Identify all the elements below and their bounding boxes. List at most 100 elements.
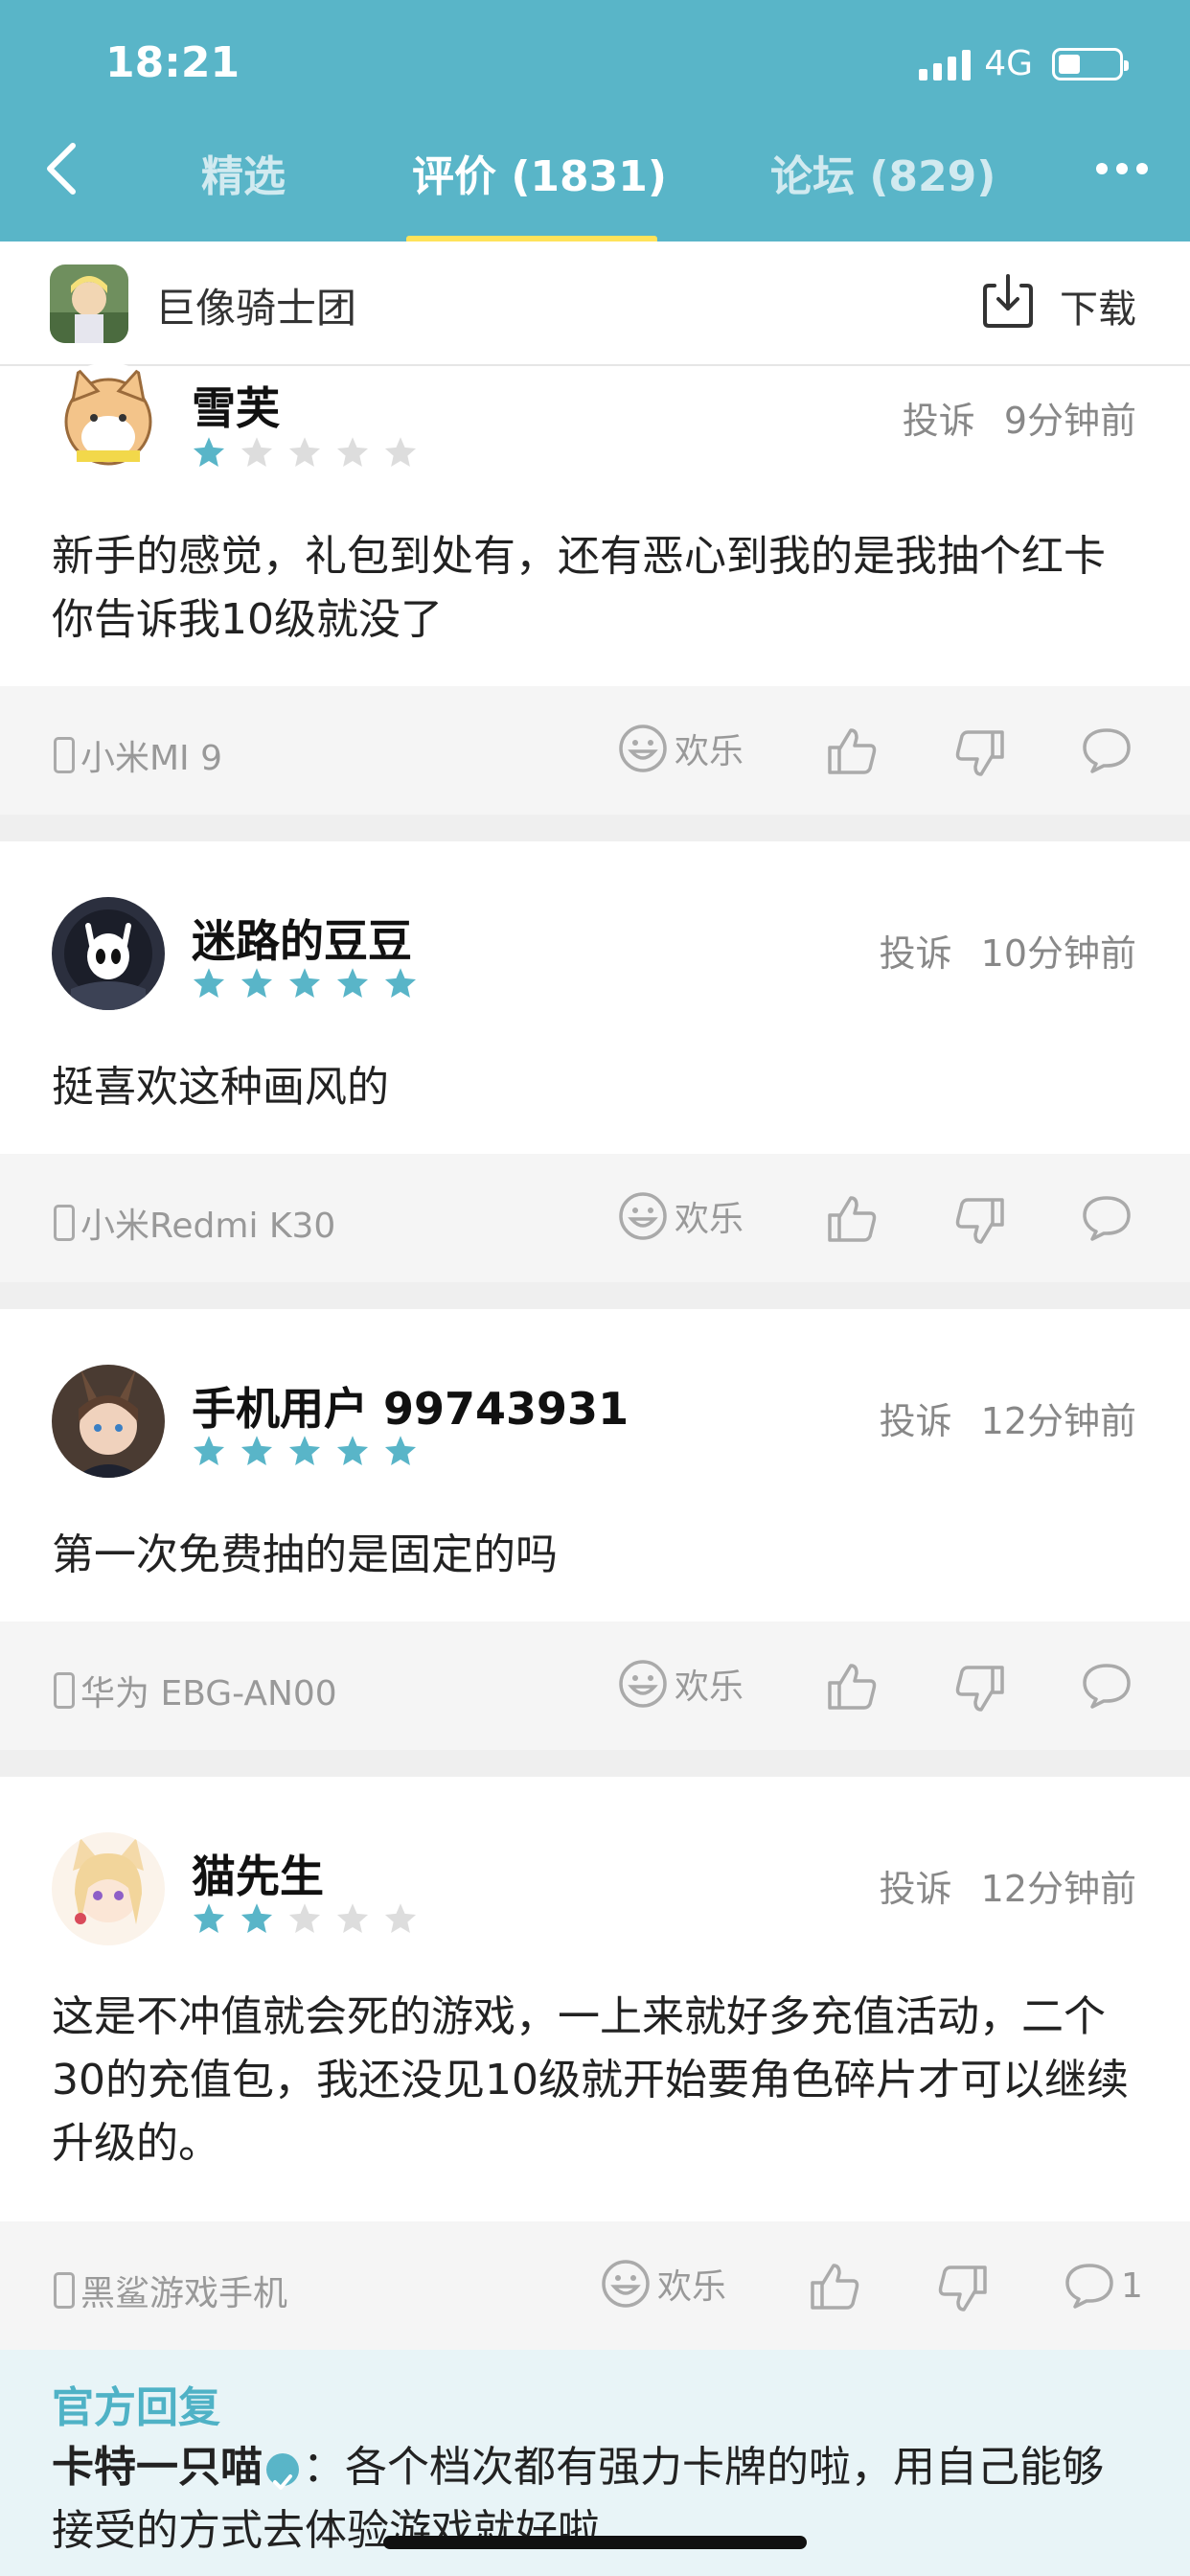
network-type: 4G (984, 44, 1033, 83)
device-name: 华为 EBG-AN00 (80, 1674, 337, 1714)
review-text[interactable]: 挺喜欢这种画风的 (52, 1056, 1138, 1119)
review-card: 猫先生 投诉 12分钟前 这是不冲值就会死的游戏，一上来就好多充值活动，二个30的… (0, 1777, 1190, 2350)
tab-bar: 精选 评价 (1831) 论坛 (829) (0, 136, 1190, 243)
star-empty-icon (384, 437, 417, 467)
review-text[interactable]: 新手的感觉，礼包到处有，还有恶心到我的是我抽个红卡你告诉我10级就没了 (52, 525, 1138, 652)
tab-forum[interactable]: 论坛 (829) (770, 142, 995, 203)
avatar[interactable] (52, 1832, 165, 1945)
review-meta: 投诉 10分钟前 (880, 924, 1136, 977)
review-text[interactable]: 这是不冲值就会死的游戏，一上来就好多充值活动，二个30的充值包，我还没见10级就… (52, 1986, 1138, 2175)
comment-count: 1 (1121, 2266, 1143, 2306)
avatar[interactable] (52, 1365, 165, 1478)
star-empty-icon (288, 1903, 321, 1933)
tab-featured[interactable]: 精选 (201, 142, 286, 203)
emotion-label: 欢乐 (675, 1668, 744, 1707)
thumbs-up-icon[interactable] (826, 1660, 878, 1712)
top-header: 18:21 4G 精选 评价 (1831) 论坛 (829) (0, 0, 1190, 243)
download-button[interactable]: 下载 (1060, 278, 1136, 334)
emotion-button[interactable]: 欢乐 (617, 723, 744, 774)
review-time: 9分钟前 (1003, 400, 1136, 442)
report-link[interactable]: 投诉 (903, 400, 975, 442)
phone-icon (54, 737, 75, 773)
thumbs-down-icon[interactable] (954, 728, 1006, 780)
star-filled-icon (240, 1436, 273, 1465)
report-link[interactable]: 投诉 (880, 1400, 952, 1442)
star-filled-icon (193, 968, 225, 998)
device-name: 小米MI 9 (80, 739, 223, 778)
report-link[interactable]: 投诉 (880, 1868, 952, 1910)
username[interactable]: 猫先生 (192, 1842, 324, 1905)
star-filled-icon (336, 1436, 369, 1465)
review-card: 手机用户 99743931 投诉 12分钟前 第一次免费抽的是固定的吗 华为 EB… (0, 1309, 1190, 1750)
verified-icon (266, 2453, 299, 2490)
game-icon[interactable] (50, 264, 128, 343)
emotion-label: 欢乐 (657, 2267, 727, 2307)
review-card: 迷路的豆豆 投诉 10分钟前 挺喜欢这种画风的 小米Redmi K30 欢乐 (0, 841, 1190, 1282)
review-meta: 投诉 12分钟前 (880, 1392, 1136, 1444)
signal-icon (919, 48, 972, 80)
thumbs-up-icon[interactable] (826, 724, 878, 776)
username[interactable]: 手机用户 99743931 (192, 1374, 629, 1438)
username[interactable]: 雪芙 (192, 374, 280, 437)
review-footer: 小米MI 9 欢乐 (0, 686, 1190, 815)
comment-icon (1083, 1196, 1131, 1241)
star-filled-icon (240, 1903, 273, 1933)
username[interactable]: 迷路的豆豆 (192, 907, 412, 970)
rating-stars (192, 1901, 418, 1936)
review-text[interactable]: 第一次免费抽的是固定的吗 (52, 1524, 1138, 1587)
thumbs-down-icon[interactable] (954, 1196, 1006, 1248)
thumbs-up-icon[interactable] (826, 1192, 878, 1244)
tab-reviews[interactable]: 评价 (1831) (412, 142, 667, 203)
device-name: 小米Redmi K30 (80, 1207, 336, 1246)
star-empty-icon (336, 1903, 369, 1933)
reply-author[interactable]: 卡特一只喵 (52, 2443, 263, 2492)
comment-icon (1083, 1664, 1131, 1709)
rating-stars (192, 966, 418, 1000)
review-meta: 投诉 9分钟前 (903, 391, 1136, 444)
more-options-icon[interactable] (1096, 163, 1148, 174)
review-time: 12分钟前 (980, 1400, 1136, 1442)
device-info: 小米Redmi K30 (54, 1198, 335, 1248)
star-filled-icon (288, 1436, 321, 1465)
thumbs-down-icon[interactable] (937, 2264, 989, 2315)
star-filled-icon (384, 968, 417, 998)
smile-icon (619, 724, 667, 772)
comment-button[interactable]: 1 (1064, 2262, 1143, 2310)
phone-icon (54, 1205, 75, 1241)
star-filled-icon (193, 1436, 225, 1465)
game-info-bar: 巨像骑士团 下载 (0, 242, 1190, 366)
smile-icon (619, 1660, 667, 1708)
comment-icon (1083, 728, 1131, 773)
phone-icon (54, 2272, 75, 2309)
game-name[interactable]: 巨像骑士团 (155, 276, 356, 334)
status-indicators: 4G (919, 44, 1129, 83)
home-indicator[interactable] (383, 2536, 807, 2549)
comment-button[interactable] (1081, 1194, 1138, 1242)
device-info: 黑鲨游戏手机 (54, 2266, 287, 2315)
smile-icon (619, 1192, 667, 1240)
review-footer: 华为 EBG-AN00 欢乐 (0, 1622, 1190, 1750)
emotion-button[interactable]: 欢乐 (600, 2258, 726, 2310)
comment-icon (1065, 2264, 1113, 2309)
comment-button[interactable] (1081, 726, 1138, 774)
emotion-label: 欢乐 (675, 732, 744, 771)
emotion-button[interactable]: 欢乐 (617, 1190, 744, 1242)
rating-stars (192, 1434, 418, 1468)
phone-icon (54, 1672, 75, 1709)
thumbs-down-icon[interactable] (954, 1664, 1006, 1715)
star-empty-icon (384, 1903, 417, 1933)
emotion-label: 欢乐 (675, 1200, 744, 1239)
avatar[interactable] (52, 362, 165, 475)
avatar[interactable] (52, 897, 165, 1010)
review-time: 10分钟前 (980, 932, 1136, 975)
device-info: 小米MI 9 (54, 730, 222, 780)
smile-icon (602, 2260, 650, 2308)
thumbs-up-icon[interactable] (809, 2260, 860, 2312)
star-filled-icon (193, 437, 225, 467)
battery-icon (1052, 47, 1129, 80)
report-link[interactable]: 投诉 (880, 932, 952, 975)
download-icon[interactable] (981, 272, 1035, 330)
comment-button[interactable] (1081, 1662, 1138, 1710)
emotion-button[interactable]: 欢乐 (617, 1658, 744, 1710)
device-info: 华为 EBG-AN00 (54, 1666, 337, 1715)
